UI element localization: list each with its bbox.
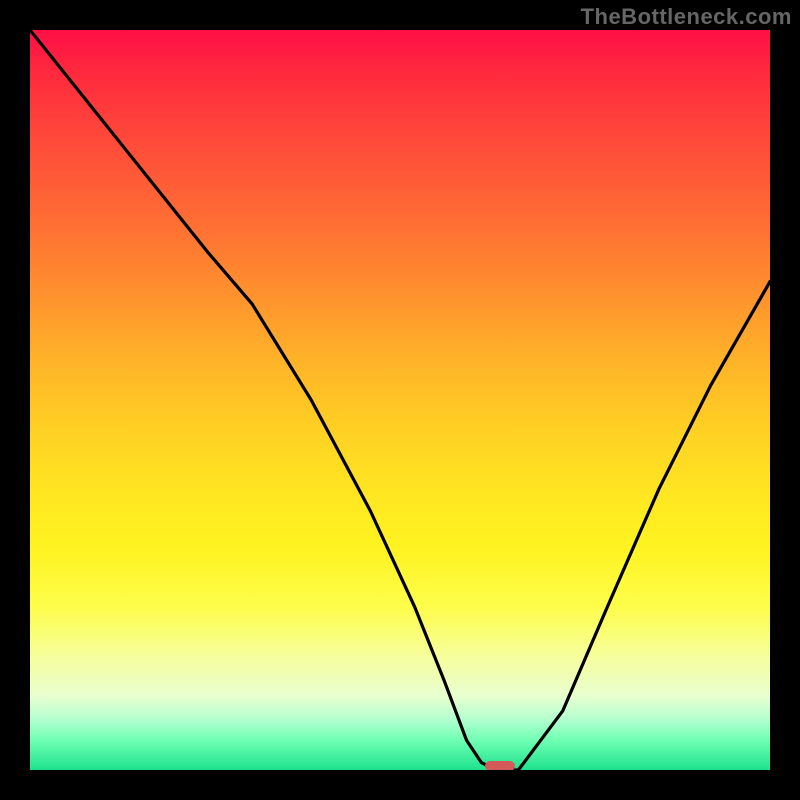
bottleneck-curve [30,30,770,770]
plot-area [30,30,770,770]
optimal-marker [485,761,515,770]
chart-frame: TheBottleneck.com [0,0,800,800]
watermark-text: TheBottleneck.com [581,4,792,30]
curve-svg [30,30,770,770]
